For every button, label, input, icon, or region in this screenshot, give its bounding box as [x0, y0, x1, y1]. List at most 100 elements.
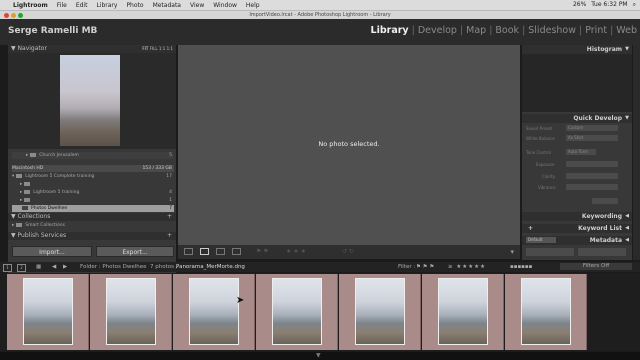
filter-label: Filter :	[398, 264, 416, 270]
spotlight-icon[interactable]: ⌕	[633, 1, 636, 9]
panel-toggle-arrow-icon[interactable]: ▼	[316, 352, 321, 359]
navigator-zoom-options[interactable]: FIT FILL 1:1 1:1	[142, 45, 173, 53]
zoom-window-icon[interactable]	[18, 13, 23, 18]
import-button[interactable]: Import...	[12, 246, 92, 257]
folder-icon	[16, 173, 23, 178]
menu-metadata[interactable]: Metadata	[153, 2, 181, 9]
flag-filter-icon[interactable]: ⚑ ⚑ ⚑	[416, 262, 434, 272]
keywording-header[interactable]: Keywording ◀	[522, 212, 632, 221]
histogram-header[interactable]: Histogram ▼	[522, 45, 632, 54]
module-map[interactable]: Map	[463, 25, 489, 36]
no-photo-message: No photo selected.	[318, 140, 380, 148]
exposure-buttons[interactable]	[566, 161, 618, 167]
sync-metadata-button[interactable]	[526, 248, 574, 256]
filmstrip-thumbnail[interactable]	[106, 278, 156, 345]
primary-window-button[interactable]: 1	[3, 264, 12, 272]
filmstrip-cell[interactable]	[90, 274, 172, 350]
folder-row-selected[interactable]: Photos Dwelhee 7	[12, 205, 174, 212]
collection-set-icon	[16, 222, 23, 227]
filmstrip-cell[interactable]	[339, 274, 421, 350]
add-collection-icon[interactable]: +	[167, 213, 172, 221]
qd-row-label: Exposure	[536, 162, 555, 167]
reset-all-button[interactable]	[592, 198, 618, 204]
menu-lightroom[interactable]: Lightroom	[13, 2, 48, 9]
secondary-window-button[interactable]: 2	[17, 264, 26, 272]
folder-icon	[24, 189, 31, 194]
filmstrip-thumbnail[interactable]	[189, 278, 239, 345]
filmstrip-cell[interactable]	[7, 274, 89, 350]
add-keyword-icon[interactable]: +	[528, 224, 533, 233]
filmstrip-cell[interactable]	[505, 274, 587, 350]
navigator-header[interactable]: ▼ Navigator FIT FILL 1:1 1:1	[8, 45, 176, 53]
collapse-triangle-icon: ▼	[11, 45, 16, 52]
auto-tone-button[interactable]: Auto Tone	[566, 149, 596, 155]
saved-preset-select[interactable]: Custom	[566, 125, 618, 131]
navigator-preview-image[interactable]	[60, 55, 120, 146]
rotate-tools-icon[interactable]: ↺ ↻	[342, 248, 366, 255]
grid-icon[interactable]: ▦	[36, 262, 41, 272]
flag-tools-icon[interactable]: ⚑ ⚑	[256, 248, 278, 255]
quick-develop-header[interactable]: Quick Develop ▼	[522, 114, 632, 123]
menu-help[interactable]: Help	[246, 2, 260, 9]
minimize-window-icon[interactable]	[11, 13, 16, 18]
menu-view[interactable]: View	[190, 2, 204, 9]
close-window-icon[interactable]	[4, 13, 9, 18]
toolbar-menu-icon[interactable]: ▾	[510, 248, 514, 256]
identity-plate: Serge Ramelli MB	[8, 26, 98, 36]
menu-photo[interactable]: Photo	[126, 2, 143, 9]
volume-row[interactable]: Macintosh HD 153 / 333 GB	[12, 165, 174, 172]
filmstrip-cell[interactable]	[422, 274, 504, 350]
selected-filename[interactable]: Panorama_MerMorte.dng	[176, 262, 245, 272]
rating-tools-icon[interactable]: ★ ★ ★	[286, 248, 336, 255]
module-book[interactable]: Book	[492, 25, 522, 36]
module-print[interactable]: Print	[582, 25, 610, 36]
grid-view-icon[interactable]	[184, 248, 193, 255]
white-balance-select[interactable]: As Shot	[566, 135, 618, 141]
forward-arrow-icon[interactable]: ▶	[63, 262, 67, 272]
filmstrip-thumbnail[interactable]	[355, 278, 405, 345]
survey-view-icon[interactable]	[232, 248, 241, 255]
folder-row[interactable]: ▸	[12, 181, 174, 188]
export-button[interactable]: Export...	[96, 246, 174, 257]
keyword-list-header[interactable]: + Keyword List ◀	[522, 224, 632, 233]
right-panel: Histogram ▼ Quick Develop ▼ Saved Preset C…	[522, 45, 632, 260]
publish-services-header[interactable]: ▼ Publish Services +	[8, 232, 176, 240]
module-library[interactable]: Library	[368, 25, 412, 36]
filmstrip-thumbnail[interactable]	[272, 278, 322, 345]
back-arrow-icon[interactable]: ◀	[52, 262, 56, 272]
module-develop[interactable]: Develop	[415, 25, 460, 36]
menu-library[interactable]: Library	[96, 2, 117, 9]
loupe-view-icon[interactable]	[200, 248, 209, 255]
navigator-preview-area	[8, 53, 176, 149]
smart-collections-row[interactable]: ▸ Smart Collections	[12, 222, 174, 229]
menu-window[interactable]: Window	[213, 2, 237, 9]
filmstrip-thumbnail[interactable]	[23, 278, 73, 345]
add-publish-service-icon[interactable]: +	[167, 232, 172, 240]
folder-row[interactable]: ▾ Lightroom 5 Complete training 17	[12, 173, 174, 180]
menu-edit[interactable]: Edit	[76, 2, 88, 9]
filmstrip-thumbnail[interactable]	[438, 278, 488, 345]
module-web[interactable]: Web	[613, 25, 640, 36]
menu-file[interactable]: File	[57, 2, 67, 9]
filters-off-select[interactable]: Filters Off	[560, 263, 632, 270]
grid-view[interactable]: No photo selected.	[178, 45, 520, 257]
metadata-header[interactable]: Default Metadata ◀	[522, 236, 632, 245]
folder-row[interactable]: ▸ Lightroom 5 training 4	[12, 189, 174, 196]
folder-row[interactable]: ▸ 1	[12, 197, 174, 204]
collections-header[interactable]: ▼ Collections +	[8, 213, 176, 221]
rating-filter-stars-icon[interactable]: ≥ ★★★★★	[448, 262, 486, 272]
folder-row[interactable]: ▸ Church Jerusalem 5	[12, 152, 174, 159]
filmstrip-source[interactable]: Folder : Photos Dwelhee	[80, 262, 147, 272]
module-slideshow[interactable]: Slideshow	[525, 25, 579, 36]
sync-settings-button[interactable]	[578, 248, 626, 256]
folder-icon	[22, 205, 28, 210]
compare-view-icon[interactable]	[216, 248, 225, 255]
filmstrip-cell[interactable]	[256, 274, 338, 350]
filmstrip-thumbnail[interactable]	[521, 278, 571, 345]
metadata-preset-select[interactable]: Default	[526, 237, 556, 243]
vibrance-buttons[interactable]	[566, 184, 618, 190]
clarity-buttons[interactable]	[566, 173, 618, 179]
filmstrip-bar: 1 2 ▦ ◀ ▶ Folder : Photos Dwelhee 7 phot…	[0, 262, 640, 272]
color-filter-icon[interactable]: ▪▪▪▪▪▪	[510, 262, 532, 272]
filmstrip-cell[interactable]	[173, 274, 255, 350]
